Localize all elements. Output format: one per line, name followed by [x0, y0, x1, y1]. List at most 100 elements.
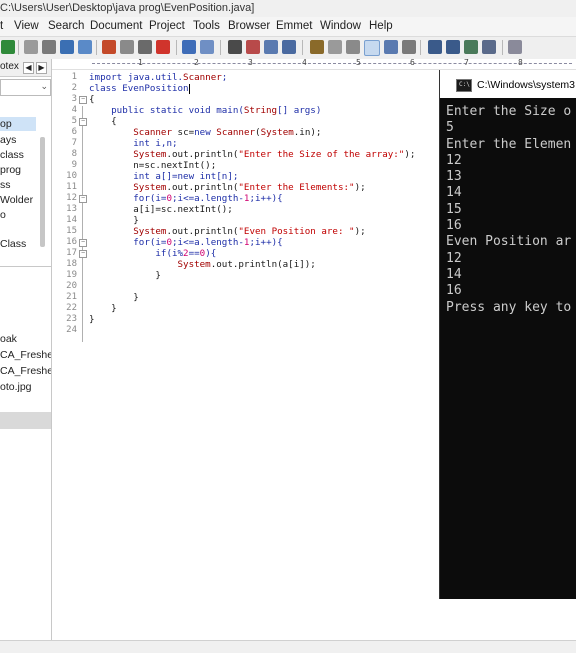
- code-line: }: [89, 215, 139, 226]
- redo-icon[interactable]: [200, 40, 214, 54]
- find-in-files-icon[interactable]: [264, 40, 278, 54]
- menu-document[interactable]: Document: [90, 20, 142, 32]
- ruler-mark: 7: [464, 59, 469, 67]
- spellcheck-icon[interactable]: [60, 40, 74, 54]
- line-number: 9: [71, 160, 77, 170]
- line-number: 15: [66, 226, 77, 236]
- folder-dropdown[interactable]: ⌄: [0, 79, 51, 96]
- code-line: for(i=0;i<=a.length-1;i++){: [89, 237, 282, 248]
- code-token: System: [260, 127, 294, 138]
- tree-item[interactable]: ss: [0, 179, 11, 191]
- file-list-item[interactable]: CA_Fresher.p: [0, 365, 51, 377]
- print-preview-icon[interactable]: [24, 40, 38, 54]
- tree-item[interactable]: op: [0, 118, 12, 130]
- line-number: 22: [66, 303, 77, 313]
- menu-project[interactable]: Project: [149, 20, 185, 32]
- file-list-item[interactable]: oak: [0, 333, 17, 345]
- font-icon[interactable]: [310, 40, 324, 54]
- code-token: for(i=: [89, 237, 167, 248]
- tree-item[interactable]: ays: [0, 134, 16, 146]
- line-number: 16: [66, 237, 77, 247]
- hex-icon[interactable]: [328, 40, 342, 54]
- menu-search[interactable]: Search: [48, 20, 84, 32]
- copy-icon[interactable]: [120, 40, 134, 54]
- print-icon[interactable]: [42, 40, 56, 54]
- line-number: 8: [71, 149, 77, 159]
- settings-icon[interactable]: [402, 40, 416, 54]
- code-token: ){: [205, 248, 217, 259]
- line-numbers-icon[interactable]: [384, 40, 398, 54]
- goto-icon[interactable]: [282, 40, 296, 54]
- refresh-icon[interactable]: [1, 40, 15, 54]
- code-token: new: [194, 127, 217, 138]
- view-icon[interactable]: [78, 40, 92, 54]
- tree-item[interactable]: Class: [0, 238, 26, 250]
- tree-item[interactable]: prog: [0, 164, 21, 176]
- console-window[interactable]: C:\ C:\Windows\system3 Enter the Size o5…: [439, 70, 576, 599]
- line-number: 17: [66, 248, 77, 258]
- fold-toggle-icon[interactable]: −: [79, 195, 87, 203]
- code-line: System.out.println("Even Position are: "…: [89, 226, 365, 237]
- sidebar-tab-label[interactable]: otex: [0, 61, 19, 72]
- tree-item[interactable]: Wolder: [0, 194, 33, 206]
- code-token: sc=: [172, 127, 195, 138]
- cut-icon[interactable]: [102, 40, 116, 54]
- console-title: C:\Windows\system3: [477, 79, 576, 91]
- menu-emmet[interactable]: Emmet: [276, 20, 312, 32]
- tree-item[interactable]: class: [0, 149, 24, 161]
- code-line: int a[]=new int[n];: [89, 171, 238, 182]
- code-token: ;i++){: [249, 193, 283, 204]
- code-editor[interactable]: import java.util.Scanner; class EvenPosit…: [89, 70, 439, 370]
- wrap-icon[interactable]: [346, 40, 360, 54]
- console-title-bar: C:\ C:\Windows\system3: [440, 70, 576, 98]
- console-line: Enter the Size o: [446, 104, 572, 119]
- code-token: Scanner: [133, 127, 172, 138]
- code-token: n=sc.nextInt();: [89, 160, 217, 171]
- menu-window[interactable]: Window: [320, 20, 361, 32]
- code-line: if(i%2==0){: [89, 248, 216, 259]
- code-token: "Enter the Elements:": [238, 182, 355, 193]
- code-token: ;: [221, 72, 228, 83]
- fold-toggle-icon[interactable]: −: [79, 118, 87, 126]
- show-spaces-icon[interactable]: [364, 40, 380, 56]
- code-line: public static void main(String[] args): [89, 105, 321, 116]
- menu-help[interactable]: Help: [369, 20, 393, 32]
- line-number: 20: [66, 281, 77, 291]
- code-line: System.out.println(a[i]);: [89, 259, 316, 270]
- replace-icon[interactable]: [246, 40, 260, 54]
- sidebar-footer-bar: [0, 412, 51, 429]
- fold-toggle-icon[interactable]: −: [79, 96, 87, 104]
- tab-scroll-right-icon[interactable]: ▶: [36, 62, 47, 74]
- code-token: ;i<=a.length-: [172, 237, 244, 248]
- file-list-item[interactable]: CA_Fresher.c: [0, 349, 51, 361]
- code-token: {: [89, 116, 117, 127]
- fold-toggle-icon[interactable]: −: [79, 250, 87, 258]
- file-list-item[interactable]: oto.jpg: [0, 381, 32, 393]
- menu-edit[interactable]: t: [0, 20, 3, 32]
- code-line: {: [89, 116, 117, 127]
- line-number: 6: [71, 127, 77, 137]
- tree-item[interactable]: o: [0, 209, 6, 221]
- help-icon[interactable]: [508, 40, 522, 54]
- console-line: Press any key to: [446, 299, 572, 315]
- undo-icon[interactable]: [182, 40, 196, 54]
- find-icon[interactable]: [228, 40, 242, 54]
- code-token: }: [89, 292, 139, 303]
- panel-clip-icon[interactable]: [482, 40, 496, 54]
- line-number: 19: [66, 270, 77, 280]
- menu-tools[interactable]: Tools: [193, 20, 220, 32]
- panel-bottom-icon[interactable]: [446, 40, 460, 54]
- code-token: }: [89, 270, 161, 281]
- console-line: 12: [446, 250, 462, 266]
- panel-output-icon[interactable]: [464, 40, 478, 54]
- fold-toggle-icon[interactable]: −: [79, 239, 87, 247]
- paste-icon[interactable]: [138, 40, 152, 54]
- sidebar-scrollbar[interactable]: [40, 137, 45, 247]
- menu-browser[interactable]: Browser: [228, 20, 270, 32]
- tab-scroll-left-icon[interactable]: ◀: [23, 62, 34, 74]
- delete-icon[interactable]: [156, 40, 170, 54]
- panel-left-icon[interactable]: [428, 40, 442, 54]
- menu-view[interactable]: View: [14, 20, 39, 32]
